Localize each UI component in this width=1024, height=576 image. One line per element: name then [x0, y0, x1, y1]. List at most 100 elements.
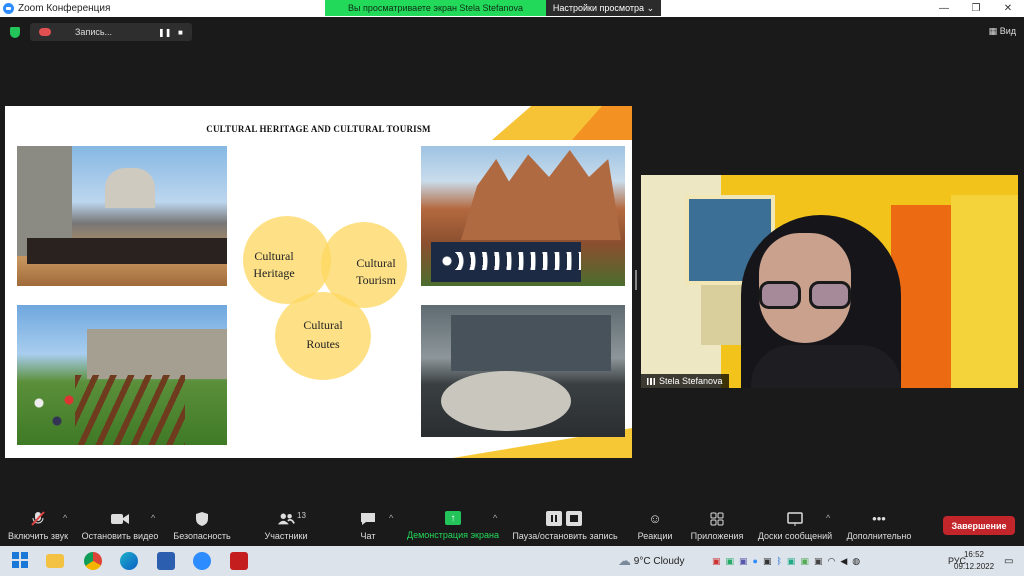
more-dots-icon: ••• [872, 511, 886, 526]
video-options-caret[interactable]: ^ [151, 513, 155, 523]
reactions-label: Реакции [637, 531, 673, 541]
recording-label: Запись... [75, 27, 113, 37]
grid-view-icon: ▦ [988, 26, 998, 36]
photo-detail [87, 329, 227, 379]
volume-icon[interactable]: ◀ [840, 556, 847, 567]
reactions-button[interactable]: ☺ Реакции [636, 511, 674, 546]
view-options-label: Настройки просмотра [552, 3, 645, 13]
unmute-button[interactable]: Включить звук [6, 511, 70, 546]
chevron-down-icon: ⌄ [646, 2, 655, 13]
file-explorer-icon[interactable] [46, 554, 64, 568]
video-camera-icon [111, 511, 129, 526]
mic-muted-icon [29, 511, 47, 526]
signal-strength-icon [647, 377, 655, 385]
restore-button[interactable]: ❐ [960, 0, 992, 17]
venn-label-tourism: Cultural Tourism [347, 255, 405, 289]
pause-recording-button[interactable]: ❚❚ [158, 28, 171, 37]
venn-label-line: Cultural [303, 318, 343, 332]
smiley-plus-icon: ☺ [648, 511, 662, 526]
shield-icon [193, 511, 211, 526]
video-detail [751, 345, 901, 388]
tray-zoom-icon[interactable]: ● [753, 556, 758, 566]
wifi-icon[interactable]: ◠ [827, 556, 835, 567]
venn-label-line: Heritage [253, 266, 295, 280]
security-label: Безопасность [173, 531, 231, 541]
tray-app-icon[interactable]: ▣ [814, 556, 823, 567]
whiteboards-label: Доски сообщений [757, 531, 833, 541]
chat-label: Чат [360, 531, 376, 541]
photo-detail [105, 168, 155, 208]
word-icon[interactable] [157, 552, 175, 570]
bluetooth-icon[interactable]: ᛒ [777, 556, 782, 566]
globe-icon[interactable]: ◍ [852, 556, 860, 567]
end-meeting-button[interactable]: Завершение [943, 516, 1015, 535]
chat-options-caret[interactable]: ^ [389, 513, 393, 523]
acrobat-icon[interactable] [230, 552, 248, 570]
edge-icon[interactable] [120, 552, 138, 570]
apps-label: Приложения [690, 531, 744, 541]
tray-app-icon[interactable]: ▣ [800, 556, 809, 567]
share-notice-bar: Вы просматриваете экран Stela Stefanova … [325, 0, 661, 16]
security-button[interactable]: Безопасность [172, 511, 232, 546]
participants-label: Участники [264, 531, 308, 541]
venn-label-line: Cultural [356, 256, 396, 270]
participant-name-tag: Stela Stefanova [641, 374, 729, 388]
photo-museum-model [421, 305, 625, 437]
share-screen-label: Демонстрация экрана [407, 530, 499, 540]
tray-app-icon[interactable]: ▣ [739, 556, 748, 567]
pause-stop-icon [545, 511, 585, 526]
minimize-button[interactable]: — [928, 0, 960, 17]
photo-detail [461, 150, 621, 240]
more-button[interactable]: ••• Дополнительно [844, 511, 914, 546]
weather-widget[interactable]: ☁ 9°C Cloudy [618, 546, 685, 576]
windows-start-icon[interactable] [12, 552, 30, 570]
tray-app-icon[interactable]: ▣ [787, 556, 796, 567]
chat-button[interactable]: Чат [356, 511, 380, 546]
tray-app-icon[interactable]: ▣ [726, 556, 735, 567]
window-controls: — ❐ ✕ [928, 0, 1024, 17]
system-tray-icons: ▣ ▣ ▣ ● ▣ ᛒ ▣ ▣ ▣ ◠ ◀ ◍ [712, 546, 860, 576]
participants-count-badge: 13 [297, 511, 306, 520]
photo-detail [441, 252, 581, 270]
tray-app-icon[interactable]: ▣ [712, 556, 721, 567]
participant-video[interactable] [641, 175, 1018, 388]
venn-label-line: Routes [306, 337, 340, 351]
stop-video-button[interactable]: Остановить видео [80, 511, 160, 546]
photo-ballet-rocks [421, 146, 625, 286]
zoom-window: Zoom Конференция Вы просматриваете экран… [0, 0, 1024, 576]
zoom-taskbar-icon[interactable] [193, 552, 211, 570]
stop-recording-button[interactable]: ■ [178, 28, 183, 37]
chrome-icon[interactable] [84, 552, 102, 570]
cloud-record-icon [39, 28, 51, 36]
more-label: Дополнительно [846, 531, 912, 541]
photo-detail [75, 375, 185, 445]
venn-label-routes: Cultural Routes [293, 316, 353, 354]
pause-stop-recording-button[interactable]: Пауза/остановить запись [510, 511, 620, 546]
share-screen-button[interactable]: ↑ Демонстрация экрана [406, 511, 500, 546]
view-button[interactable]: ▦ Вид [989, 26, 1016, 37]
tray-app-icon[interactable]: ▣ [763, 556, 772, 567]
whiteboards-button[interactable]: Доски сообщений [756, 511, 834, 546]
photo-orchestra-fortress [17, 146, 227, 286]
whiteboards-options-caret[interactable]: ^ [826, 513, 830, 523]
venn-label-heritage: Cultural Heritage [245, 248, 303, 282]
audio-options-caret[interactable]: ^ [63, 513, 67, 523]
apps-icon [708, 511, 726, 526]
photo-fortress-visitors [17, 305, 227, 445]
panel-splitter-handle[interactable] [635, 270, 637, 290]
whiteboard-icon [786, 511, 804, 526]
apps-button[interactable]: Приложения [688, 511, 746, 546]
notifications-icon[interactable]: ▭ [1004, 546, 1013, 576]
stop-video-label: Остановить видео [81, 531, 159, 541]
video-detail [755, 281, 855, 311]
close-button[interactable]: ✕ [992, 0, 1024, 17]
share-options-caret[interactable]: ^ [493, 513, 497, 523]
security-shield-icon[interactable] [10, 27, 20, 38]
share-notice-text: Вы просматриваете экран Stela Stefanova [348, 3, 523, 13]
video-detail [951, 195, 1018, 388]
shared-screen-slide: CULTURAL HERITAGE AND CULTURAL TOURISM C… [5, 106, 632, 458]
share-notice: Вы просматриваете экран Stela Stefanova [325, 0, 546, 16]
clock-time: 16:52 [963, 550, 985, 559]
taskbar-clock[interactable]: 16:52 09.12.2022 [954, 549, 994, 573]
view-options-button[interactable]: Настройки просмотра ⌄ [546, 0, 661, 16]
